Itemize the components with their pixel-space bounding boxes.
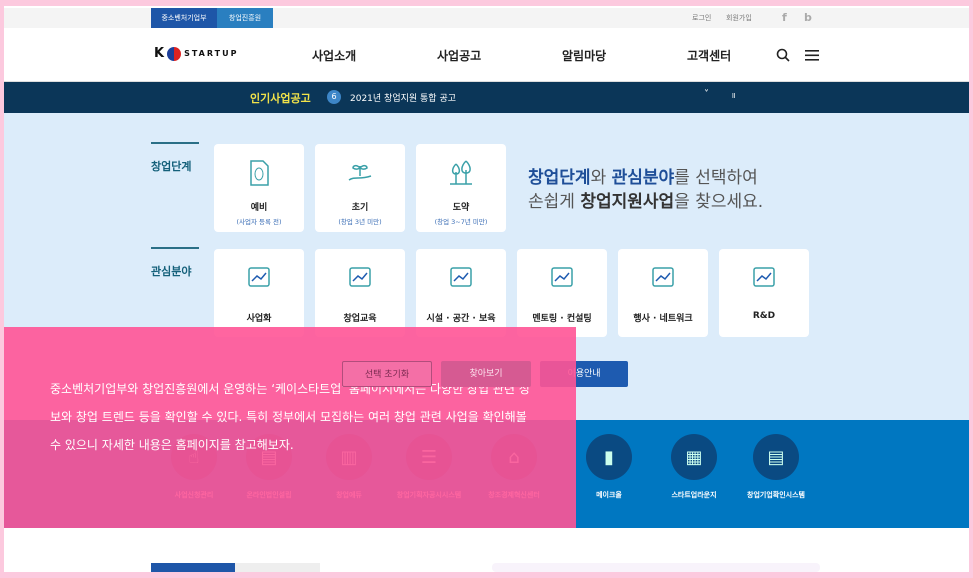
header: K STARTUP 사업소개 사업공고 알림마당 고객센터: [4, 28, 969, 82]
tab-mss[interactable]: 중소벤처기업부: [151, 8, 217, 28]
nav-about[interactable]: 사업소개: [312, 47, 356, 64]
card-label: 초기: [351, 203, 369, 213]
ticker-label: 인기사업공고: [250, 92, 311, 105]
nav-news[interactable]: 알림마당: [562, 47, 606, 64]
service-link[interactable]: 창업기업확인시스템: [726, 490, 826, 500]
card-label: 행사 · 네트워크: [633, 314, 693, 324]
ticker-link[interactable]: 2021년 창업지원 통합 공고: [350, 91, 456, 104]
stage-card-pre[interactable]: 예비 (사업자 등록 전): [214, 144, 304, 232]
interest-card[interactable]: 창업교육: [315, 249, 405, 337]
stage-card-growth[interactable]: 도약 (창업 3~7년 미만): [416, 144, 506, 232]
card-label: 사업화: [246, 314, 272, 324]
card-label: 도약: [452, 203, 470, 213]
card-label: 창업교육: [343, 314, 377, 324]
interest-card[interactable]: 행사 · 네트워크: [618, 249, 708, 337]
stage-card-early[interactable]: 초기 (창업 3년 미만): [315, 144, 405, 232]
ticker-number: 6: [327, 90, 341, 104]
join-link[interactable]: 회원가입: [726, 8, 752, 28]
reset-button[interactable]: 선택 초기화: [342, 361, 432, 387]
lounge-calendar-icon[interactable]: ▦: [671, 434, 717, 480]
browser-page: 중소벤처기업부 창업진흥원 로그인 회원가입 f b K STARTUP 사업소개…: [4, 6, 969, 572]
hl-t3: 손쉽게: [528, 192, 581, 212]
hl-b3: 창업지원사업: [580, 192, 675, 212]
card-label: 시설 · 공간 · 보육: [426, 314, 496, 324]
bottom-box: [492, 563, 820, 572]
menu-icon[interactable]: [805, 49, 819, 61]
card-label: 멘토링 · 컨설팅: [532, 314, 592, 324]
popular-notice-ticker: 인기사업공고 6 2021년 창업지원 통합 공고 ˅ ॥: [4, 82, 969, 113]
search-icon[interactable]: [776, 48, 790, 62]
finder-headline: 창업단계와 관심분야를 선택하여 손쉽게 창업지원사업을 찾으세요.: [528, 166, 763, 214]
facebook-icon[interactable]: f: [782, 8, 787, 28]
blog-icon[interactable]: b: [804, 8, 812, 28]
interest-card[interactable]: R&D: [719, 249, 809, 337]
logo-text: STARTUP: [184, 49, 239, 58]
interest-card[interactable]: 멘토링 · 컨설팅: [517, 249, 607, 337]
book-icon: [349, 267, 371, 287]
document-leaf-icon: [250, 160, 269, 186]
bottom-tab[interactable]: [235, 563, 320, 572]
card-sub: (사업자 등록 전): [236, 218, 282, 226]
interest-card[interactable]: 시설 · 공간 · 보육: [416, 249, 506, 337]
calendar-icon: [652, 267, 674, 287]
caption-overlay: 중소벤처기업부와 창업진흥원에서 운영하는 ‘케이스타트업’ 홈페이지에서는 다…: [4, 327, 576, 528]
card-label: 예비: [250, 203, 268, 213]
hl-t1: 와: [590, 168, 612, 188]
logo-k: K: [154, 46, 165, 61]
nav-support[interactable]: 고객센터: [687, 47, 731, 64]
kstartup-logo[interactable]: K STARTUP: [154, 46, 238, 61]
gears-icon: [753, 267, 775, 287]
building-icon: [450, 267, 472, 287]
binders-icon[interactable]: ▮: [586, 434, 632, 480]
card-label: R&D: [752, 311, 776, 321]
sprout-hand-icon: [348, 164, 372, 181]
document-icon[interactable]: ▤: [753, 434, 799, 480]
card-sub: (창업 3년 미만): [338, 218, 382, 226]
taegeuk-icon: [167, 46, 182, 61]
chevron-down-icon[interactable]: ˅: [704, 89, 709, 100]
tab-kised[interactable]: 창업진흥원: [217, 8, 273, 28]
trees-icon: [450, 160, 472, 185]
utility-bar: 중소벤처기업부 창업진흥원 로그인 회원가입 f b: [4, 8, 969, 28]
bottom-tab-active[interactable]: [151, 563, 235, 572]
hl-t4: 을 찾으세요.: [674, 192, 764, 212]
hl-t2: 를 선택하여: [674, 168, 758, 188]
login-link[interactable]: 로그인: [692, 8, 711, 28]
chart-monitor-icon: [248, 267, 270, 287]
interest-card[interactable]: 사업화: [214, 249, 304, 337]
search-button[interactable]: 찾아보기: [441, 361, 531, 387]
stage-title: 창업단계: [151, 142, 200, 173]
handshake-icon: [551, 267, 573, 287]
interest-title: 관심분야: [151, 247, 200, 278]
pause-icon[interactable]: ॥: [731, 90, 736, 101]
caption-text: 중소벤처기업부와 창업진흥원에서 운영하는 ‘케이스타트업’ 홈페이지에서는 다…: [50, 382, 530, 452]
card-sub: (창업 3~7년 미만): [434, 218, 488, 226]
hl-b1: 창업단계: [528, 168, 591, 188]
hl-b2: 관심분야: [611, 168, 675, 188]
nav-notices[interactable]: 사업공고: [437, 47, 481, 64]
